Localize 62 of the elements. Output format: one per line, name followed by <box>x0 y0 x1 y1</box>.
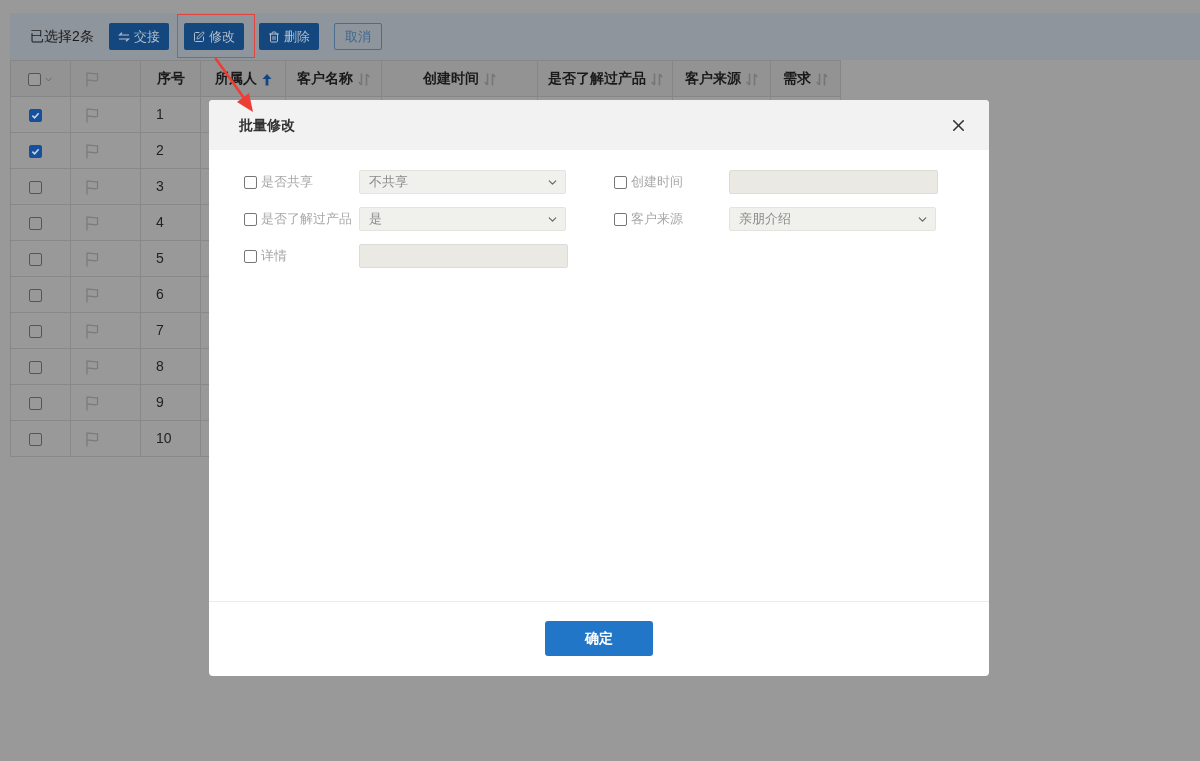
flag-icon[interactable] <box>84 107 100 124</box>
table-cell: 9 <box>140 384 201 421</box>
flag-icon[interactable] <box>84 323 100 340</box>
toolbar-button[interactable]: 交接 <box>108 23 169 50</box>
field-label: 客户来源 <box>631 210 684 229</box>
field-label: 详情 <box>261 247 288 266</box>
row-checkbox[interactable] <box>29 216 42 230</box>
select-field[interactable]: 是 <box>359 207 566 231</box>
check-icon <box>31 110 40 120</box>
trash-icon <box>267 30 280 43</box>
row-checkbox[interactable] <box>29 288 42 302</box>
table-cell: 6 <box>140 276 201 313</box>
field-label: 创建时间 <box>631 173 684 192</box>
flag-icon[interactable] <box>84 359 100 376</box>
flag-icon[interactable] <box>84 179 100 196</box>
flag-icon <box>84 71 100 88</box>
swap-arrows-icon <box>117 31 130 42</box>
flag-icon[interactable] <box>84 143 100 160</box>
flag-icon[interactable] <box>84 215 100 232</box>
flag-icon[interactable] <box>84 251 100 268</box>
table-cell: 3 <box>140 168 201 205</box>
dialog-title: 批量修改 <box>239 115 295 135</box>
table-cell: 1 <box>140 96 201 133</box>
flag-icon[interactable] <box>84 431 100 448</box>
row-checkbox[interactable] <box>29 324 42 338</box>
row-checkbox[interactable] <box>29 144 42 158</box>
row-checkbox[interactable] <box>29 180 42 194</box>
field-checkbox[interactable] <box>244 175 257 189</box>
edit-icon <box>192 30 205 43</box>
row-checkbox[interactable] <box>29 360 42 374</box>
row-checkbox[interactable] <box>29 252 42 266</box>
flag-icon[interactable] <box>84 287 100 304</box>
row-checkbox[interactable] <box>29 108 42 122</box>
field-checkbox[interactable] <box>614 175 627 189</box>
table-cell: 4 <box>140 204 201 241</box>
confirm-button[interactable]: 确定 <box>545 621 653 656</box>
field-checkbox[interactable] <box>614 212 627 226</box>
column-header[interactable]: 需求 <box>770 60 841 97</box>
table-cell: 2 <box>140 132 201 169</box>
select-all-checkbox[interactable] <box>28 72 41 86</box>
field-checkbox[interactable] <box>244 212 257 226</box>
row-checkbox[interactable] <box>29 432 42 446</box>
column-header[interactable]: 是否了解过产品 <box>537 60 673 97</box>
table-cell: 10 <box>140 420 201 457</box>
flag-icon[interactable] <box>84 395 100 412</box>
select-field[interactable]: 亲朋介绍 <box>729 207 936 231</box>
column-header[interactable]: 客户名称 <box>285 60 382 97</box>
field-checkbox[interactable] <box>244 249 257 263</box>
field-label: 是否共享 <box>261 173 314 192</box>
check-icon <box>31 146 40 156</box>
table-cell: 8 <box>140 348 201 385</box>
column-header: 序号 <box>140 60 201 97</box>
selection-count: 已选择2条 <box>30 27 94 46</box>
toolbar-button[interactable]: 删除 <box>258 23 319 50</box>
row-checkbox[interactable] <box>29 396 42 410</box>
field-label: 是否了解过产品 <box>261 210 353 229</box>
select-field[interactable]: 不共享 <box>359 170 566 194</box>
table-cell: 5 <box>140 240 201 277</box>
column-header[interactable]: 客户来源 <box>672 60 771 97</box>
table-cell: 7 <box>140 312 201 349</box>
column-header[interactable]: 创建时间 <box>381 60 538 97</box>
toolbar-button[interactable]: 修改 <box>183 23 244 50</box>
